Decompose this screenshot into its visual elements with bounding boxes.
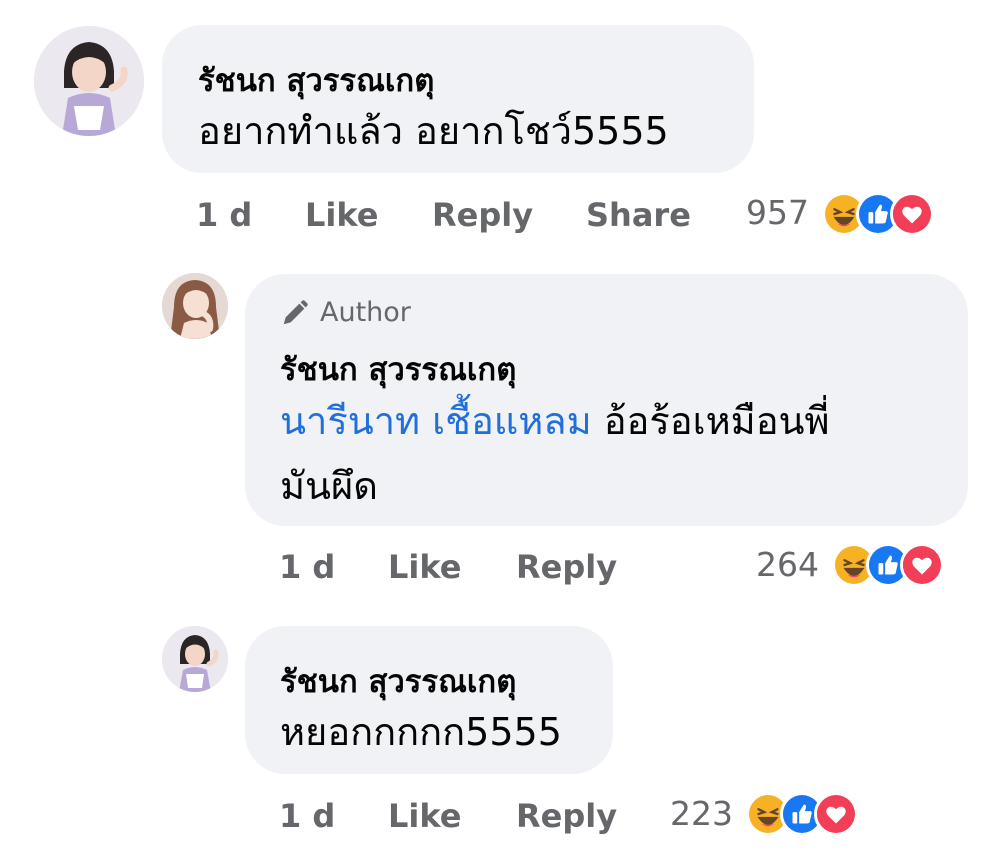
reaction-summary[interactable] [832,543,944,587]
mention-link[interactable]: นารีนาท เชื้อแหลม [280,399,592,443]
comment-author-name[interactable]: รัชนก สุวรรณเกตุ [198,55,434,105]
reply-author-name[interactable]: รัชนก สุวรรณเกตุ [280,344,516,394]
reaction-count[interactable]: 957 [746,193,809,232]
love-icon [890,192,934,236]
reply-timestamp[interactable]: 1 d [279,548,335,586]
reply-button[interactable]: Reply [516,548,617,586]
like-button[interactable]: Like [305,196,378,234]
reply-timestamp[interactable]: 1 d [279,797,335,835]
reply-button[interactable]: Reply [432,196,533,234]
reply-text-content: อ้อร้อเหมือนพี่ [591,399,830,443]
avatar[interactable] [162,626,228,692]
like-button[interactable]: Like [388,548,461,586]
author-badge-label: Author [320,297,411,328]
reply-text: นารีนาท เชื้อแหลม อ้อร้อเหมือนพี่ [280,392,830,450]
reaction-count[interactable]: 264 [756,545,819,584]
avatar[interactable] [34,26,144,136]
reply-author-name[interactable]: รัชนก สุวรรณเกตุ [280,656,516,706]
reply-text-line-2: มันผึด [280,464,378,508]
share-button[interactable]: Share [586,196,691,234]
reply-button[interactable]: Reply [516,797,617,835]
love-icon [814,792,858,836]
comment-timestamp[interactable]: 1 d [196,196,252,234]
reaction-count[interactable]: 223 [670,794,733,833]
avatar[interactable] [162,273,228,339]
reaction-summary[interactable] [746,792,858,836]
love-icon [900,543,944,587]
comment-text: อยากทำแล้ว อยากโชว์5555 [198,109,669,153]
reaction-summary[interactable] [822,192,934,236]
author-badge: Author [280,297,411,328]
reply-text: หยอกกกกก5555 [280,710,562,754]
like-button[interactable]: Like [388,797,461,835]
pencil-icon [283,299,308,324]
